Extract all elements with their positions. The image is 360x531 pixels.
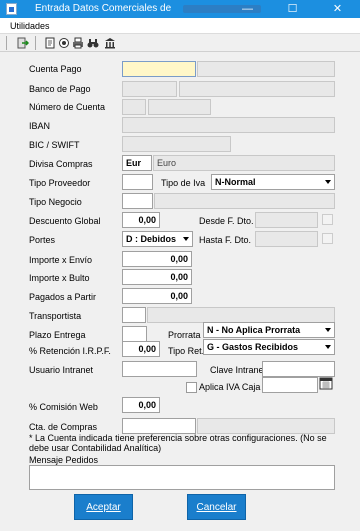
app-icon [6, 3, 17, 15]
aplica-iva-caja-checkbox[interactable] [186, 382, 197, 393]
bank-icon[interactable] [104, 37, 116, 49]
numero-cuenta-label: Número de Cuenta [29, 102, 106, 112]
cta-compras-input[interactable] [122, 418, 196, 434]
hasta-dto-checkbox[interactable] [322, 233, 333, 244]
binoculars-icon[interactable] [87, 37, 99, 49]
chevron-down-icon [183, 237, 189, 241]
chevron-down-icon [325, 180, 331, 184]
tipo-ret-select[interactable]: G - Gastos Recibidos [203, 339, 335, 355]
usuario-intranet-input[interactable] [122, 361, 197, 377]
aceptar-button[interactable]: Aceptar [74, 494, 133, 520]
aplica-iva-caja-label: Aplica IVA Caja [199, 382, 261, 392]
plazo-entrega-label: Plazo Entrega [29, 330, 86, 340]
close-button[interactable]: ✕ [315, 0, 360, 18]
importe-bulto-input[interactable]: 0,00 [122, 269, 192, 285]
tipo-negocio-input[interactable] [122, 193, 153, 209]
toolbar-separator [35, 36, 36, 50]
tipo-negocio-label: Tipo Negocio [29, 197, 82, 207]
desde-dto-checkbox[interactable] [322, 214, 333, 225]
exit-icon[interactable] [17, 37, 30, 49]
prorrata-value: N - No Aplica Prorrata [207, 325, 301, 335]
prorrata-label: Prorrata [168, 330, 201, 340]
plazo-entrega-input[interactable] [122, 326, 147, 342]
usuario-intranet-label: Usuario Intranet [29, 365, 94, 375]
descuento-global-input[interactable]: 0,00 [122, 212, 160, 228]
transportista-label: Transportista [29, 311, 82, 321]
importe-envio-input[interactable]: 0,00 [122, 251, 192, 267]
cta-compras-note: * La Cuenta indicada tiene preferencia s… [29, 433, 327, 453]
tipo-proveedor-label: Tipo Proveedor [29, 178, 91, 188]
comision-web-label: % Comisión Web [29, 402, 98, 412]
iban-field [122, 117, 335, 133]
hasta-dto-field [255, 231, 318, 247]
divisa-description: Euro [153, 155, 335, 171]
cuenta-pago-description [197, 61, 335, 77]
retencion-label: % Retención I.R.P.F. [29, 346, 111, 356]
cuenta-pago-label: Cuenta Pago [29, 64, 82, 74]
desde-dto-label: Desde F. Dto. [199, 216, 254, 226]
prorrata-select[interactable]: N - No Aplica Prorrata [203, 322, 335, 338]
toolbar-grip [6, 36, 7, 50]
divisa-code-input[interactable]: Eur [122, 155, 152, 171]
tipo-negocio-description [154, 193, 335, 209]
transportista-input[interactable] [122, 307, 146, 323]
hasta-dto-label: Hasta F. Dto. [199, 235, 252, 245]
clave-intranet-label: Clave Intranet [210, 365, 267, 375]
cuenta-pago-input[interactable] [122, 61, 196, 77]
numero-cuenta-field [148, 99, 211, 115]
transportista-description [147, 307, 335, 323]
portes-label: Portes [29, 235, 56, 245]
aplica-iva-caja-date[interactable] [262, 377, 318, 393]
tipo-iva-value: N-Normal [215, 177, 256, 187]
print-icon[interactable] [72, 37, 84, 49]
pagados-partir-input[interactable]: 0,00 [122, 288, 192, 304]
document-icon[interactable] [44, 37, 56, 49]
bic-field [122, 136, 231, 152]
cancelar-button[interactable]: Cancelar [187, 494, 246, 520]
banco-pago-description [179, 81, 335, 97]
banco-pago-code [122, 81, 177, 97]
descuento-global-label: Descuento Global [29, 216, 101, 226]
banco-pago-label: Banco de Pago [29, 84, 91, 94]
mensaje-pedidos-label: Mensaje Pedidos [29, 455, 99, 465]
tipo-ret-value: G - Gastos Recibidos [207, 342, 299, 352]
retencion-input[interactable]: 0,00 [122, 341, 160, 357]
pagados-partir-label: Pagados a Partir [29, 292, 97, 302]
portes-select[interactable]: D : Debidos [122, 231, 193, 247]
cta-compras-description [197, 418, 335, 434]
title-bar: Entrada Datos Comerciales de — ☐ ✕ [0, 0, 360, 18]
comision-web-input[interactable]: 0,00 [122, 397, 160, 413]
portes-value: D : Debidos [126, 234, 177, 244]
chevron-down-icon [325, 345, 331, 349]
divisa-compras-label: Divisa Compras [29, 159, 93, 169]
iban-label: IBAN [29, 121, 51, 131]
menu-utilidades[interactable]: Utilidades [10, 21, 50, 31]
window-title: Entrada Datos Comerciales de [35, 3, 172, 14]
importe-bulto-label: Importe x Bulto [29, 273, 90, 283]
cancelar-button-label: Cancelar [196, 502, 237, 513]
numero-cuenta-control [122, 99, 146, 115]
clave-intranet-input[interactable] [262, 361, 335, 377]
view-icon[interactable] [58, 37, 70, 49]
tipo-iva-select[interactable]: N-Normal [211, 174, 335, 190]
calendar-icon[interactable] [319, 376, 333, 390]
mensaje-pedidos-textarea[interactable] [29, 465, 335, 490]
menu-bar: Utilidades [0, 18, 360, 34]
aceptar-button-label: Aceptar [86, 502, 121, 513]
bic-label: BIC / SWIFT [29, 140, 80, 150]
chevron-down-icon [325, 328, 331, 332]
tipo-proveedor-input[interactable] [122, 174, 153, 190]
importe-envio-label: Importe x Envío [29, 255, 93, 265]
minimize-button[interactable]: — [225, 0, 270, 18]
tipo-ret-label: Tipo Ret. [168, 346, 205, 356]
cta-compras-label: Cta. de Compras [29, 422, 98, 432]
tipo-iva-label: Tipo de Iva [161, 178, 206, 188]
maximize-button[interactable]: ☐ [270, 0, 315, 18]
desde-dto-field [255, 212, 318, 228]
